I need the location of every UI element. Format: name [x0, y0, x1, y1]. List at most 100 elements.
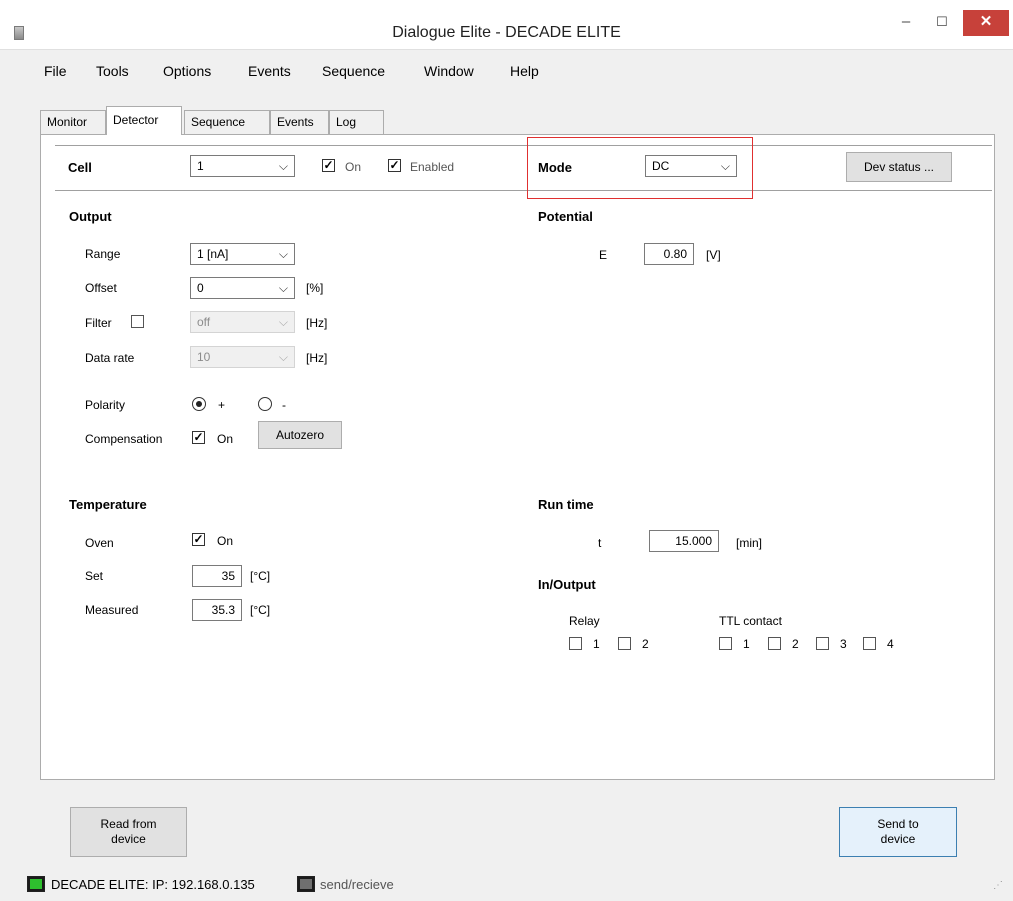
temperature-title: Temperature [69, 497, 147, 512]
oven-label: Oven [85, 536, 114, 550]
polarity-plus-label: + [218, 398, 226, 412]
send-receive-status-icon [297, 876, 315, 892]
minimize-button[interactable]: – [886, 10, 926, 36]
compensation-checkbox[interactable]: ✓ [192, 431, 205, 444]
polarity-minus-radio[interactable] [258, 397, 272, 411]
e-label: E [599, 248, 608, 262]
datarate-select[interactable]: 10 ⌵ [190, 346, 295, 368]
chevron-down-icon: ⌵ [278, 350, 288, 364]
potential-title: Potential [538, 209, 593, 224]
ttl-1-checkbox[interactable] [719, 637, 732, 650]
oven-checkbox[interactable]: ✓ [192, 533, 205, 546]
cell-select-value: 1 [197, 159, 204, 173]
connection-status-icon [27, 876, 45, 892]
detector-panel [40, 134, 995, 780]
ttl-2-checkbox[interactable] [768, 637, 781, 650]
relay-2-label: 2 [642, 637, 649, 651]
top-separator [55, 145, 992, 146]
filter-label: Filter [85, 316, 112, 330]
range-select[interactable]: 1 [nA] ⌵ [190, 243, 295, 265]
title-bar: Dialogue Elite - DECADE ELITE – ☐ ✕ [0, 0, 1013, 50]
relay-1-label: 1 [593, 637, 600, 651]
compensation-on-label: On [217, 432, 234, 446]
send-to-device-line1: Send to [877, 817, 919, 831]
datarate-select-value: 10 [197, 350, 211, 364]
datarate-unit: [Hz] [306, 351, 328, 365]
menu-help[interactable]: Help [510, 63, 539, 79]
tab-log[interactable]: Log [329, 110, 384, 134]
send-receive-text: send/recieve [320, 877, 394, 892]
filter-checkbox[interactable] [131, 315, 144, 328]
polarity-plus-radio[interactable] [192, 397, 206, 411]
cell-enabled-checkbox[interactable]: ✓ [388, 159, 401, 172]
range-select-value: 1 [nA] [197, 247, 229, 261]
menu-events[interactable]: Events [248, 63, 291, 79]
e-input[interactable]: 0.80 [644, 243, 694, 265]
e-unit: [V] [706, 248, 721, 262]
tab-monitor[interactable]: Monitor [40, 110, 106, 134]
mode-select[interactable]: DC ⌵ [645, 155, 737, 177]
read-from-device-line1: Read from [100, 817, 157, 831]
offset-label: Offset [85, 281, 117, 295]
measured-label: Measured [85, 603, 139, 617]
ttl-label: TTL contact [719, 614, 782, 628]
send-to-device-line2: device [880, 832, 916, 846]
filter-select-value: off [197, 315, 211, 329]
read-from-device-button[interactable]: Read from device [70, 807, 187, 857]
ttl-3-label: 3 [840, 637, 847, 651]
read-from-device-line2: device [111, 832, 146, 846]
set-temperature-input[interactable]: 35 [192, 565, 242, 587]
menu-sequence[interactable]: Sequence [322, 63, 385, 79]
ttl-4-checkbox[interactable] [863, 637, 876, 650]
menu-file[interactable]: File [44, 63, 67, 79]
oven-on-label: On [217, 534, 234, 548]
app-window: Dialogue Elite - DECADE ELITE – ☐ ✕ File… [0, 0, 1013, 901]
relay-2-checkbox[interactable] [618, 637, 631, 650]
polarity-minus-label: - [282, 398, 286, 412]
t-input[interactable]: 15.000 [649, 530, 719, 552]
measured-unit: [°C] [250, 603, 271, 617]
autozero-button[interactable]: Autozero [258, 421, 342, 449]
runtime-title: Run time [538, 497, 594, 512]
window-title: Dialogue Elite - DECADE ELITE [392, 24, 621, 41]
relay-1-checkbox[interactable] [569, 637, 582, 650]
cell-select[interactable]: 1 ⌵ [190, 155, 295, 177]
dev-status-button[interactable]: Dev status ... [846, 152, 952, 182]
compensation-label: Compensation [85, 432, 163, 446]
chevron-down-icon: ⌵ [278, 247, 288, 261]
send-receive-led [300, 879, 312, 889]
cell-on-checkbox[interactable]: ✓ [322, 159, 335, 172]
menu-options[interactable]: Options [163, 63, 211, 79]
datarate-label: Data rate [85, 351, 135, 365]
set-unit: [°C] [250, 569, 271, 583]
filter-select[interactable]: off ⌵ [190, 311, 295, 333]
offset-unit: [%] [306, 281, 324, 295]
send-to-device-button[interactable]: Send to device [839, 807, 957, 857]
t-label: t [598, 536, 602, 550]
polarity-label: Polarity [85, 398, 126, 412]
close-button[interactable]: ✕ [963, 10, 1009, 36]
menu-window[interactable]: Window [424, 63, 474, 79]
resize-grip-icon[interactable]: ⋰ [993, 880, 1003, 891]
chevron-down-icon: ⌵ [278, 159, 288, 173]
tab-events[interactable]: Events [270, 110, 329, 134]
chevron-down-icon: ⌵ [278, 315, 288, 329]
maximize-button[interactable]: ☐ [922, 10, 962, 36]
tab-sequence[interactable]: Sequence [184, 110, 270, 134]
top-separator-bottom [55, 190, 992, 191]
ttl-3-checkbox[interactable] [816, 637, 829, 650]
connection-led [30, 879, 42, 889]
ttl-2-label: 2 [792, 637, 799, 651]
device-status-text: DECADE ELITE: IP: 192.168.0.135 [51, 877, 255, 892]
chevron-down-icon: ⌵ [720, 159, 730, 173]
relay-label: Relay [569, 614, 600, 628]
t-unit: [min] [736, 536, 763, 550]
set-label: Set [85, 569, 104, 583]
offset-select[interactable]: 0 ⌵ [190, 277, 295, 299]
cell-on-label: On [345, 160, 362, 174]
tab-detector[interactable]: Detector [106, 106, 182, 135]
output-title: Output [69, 209, 112, 224]
menu-tools[interactable]: Tools [96, 63, 129, 79]
filter-unit: [Hz] [306, 316, 328, 330]
ttl-4-label: 4 [887, 637, 894, 651]
